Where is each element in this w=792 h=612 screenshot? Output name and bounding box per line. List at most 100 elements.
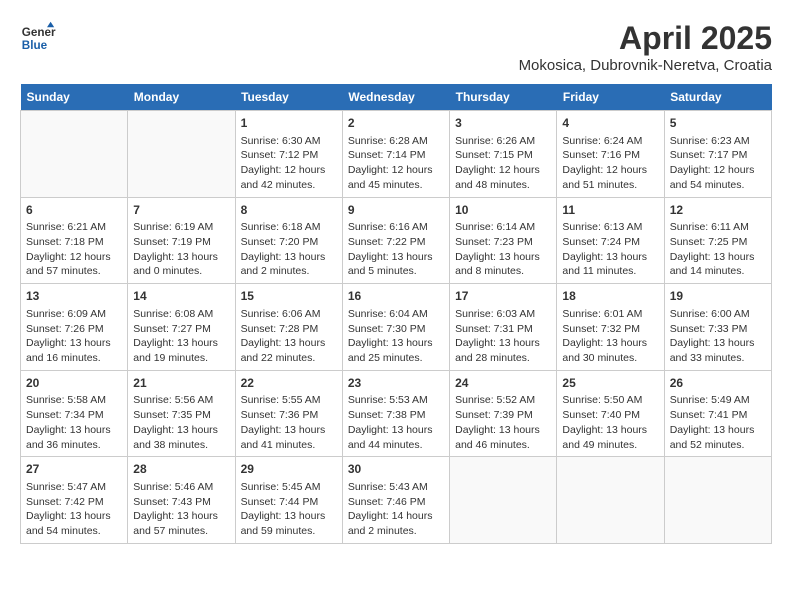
day-info: Sunrise: 6:00 AMSunset: 7:33 PMDaylight:… <box>670 307 766 366</box>
day-number: 22 <box>241 375 337 392</box>
day-info: Sunrise: 5:47 AMSunset: 7:42 PMDaylight:… <box>26 480 122 539</box>
day-number: 10 <box>455 202 551 219</box>
title-block: April 2025 Mokosica, Dubrovnik-Neretva, … <box>519 20 772 74</box>
calendar-week-1: 1 Sunrise: 6:30 AMSunset: 7:12 PMDaylight… <box>21 111 772 198</box>
calendar-title: April 2025 <box>519 20 772 57</box>
day-info: Sunrise: 5:50 AMSunset: 7:40 PMDaylight:… <box>562 393 658 452</box>
calendar-cell: 19Sunrise: 6:00 AMSunset: 7:33 PMDayligh… <box>664 284 771 371</box>
calendar-cell: 29 Sunrise: 5:45 AMSunset: 7:44 PMDayligh… <box>235 457 342 544</box>
calendar-cell: 26Sunrise: 5:49 AMSunset: 7:41 PMDayligh… <box>664 370 771 457</box>
day-number: 25 <box>562 375 658 392</box>
logo: General Blue <box>20 20 56 56</box>
day-header-saturday: Saturday <box>664 84 771 111</box>
calendar-table: SundayMondayTuesdayWednesdayThursdayFrid… <box>20 84 772 544</box>
calendar-cell <box>557 457 664 544</box>
svg-text:General: General <box>22 26 56 39</box>
day-info: Sunrise: 6:08 AMSunset: 7:27 PMDaylight:… <box>133 307 229 366</box>
calendar-cell: 9Sunrise: 6:16 AMSunset: 7:22 PMDaylight… <box>342 197 449 284</box>
calendar-cell: 8Sunrise: 6:18 AMSunset: 7:20 PMDaylight… <box>235 197 342 284</box>
day-number: 21 <box>133 375 229 392</box>
calendar-cell: 18 Sunrise: 6:01 AMSunset: 7:32 PMDayligh… <box>557 284 664 371</box>
calendar-cell: 20Sunrise: 5:58 AMSunset: 7:34 PMDayligh… <box>21 370 128 457</box>
day-info: Sunrise: 5:58 AMSunset: 7:34 PMDaylight:… <box>26 393 122 452</box>
day-number: 15 <box>241 288 337 305</box>
calendar-cell: 21Sunrise: 5:56 AMSunset: 7:35 PMDayligh… <box>128 370 235 457</box>
calendar-cell: 5 Sunrise: 6:23 AMSunset: 7:17 PMDaylight… <box>664 111 771 198</box>
calendar-week-2: 6Sunrise: 6:21 AMSunset: 7:18 PMDaylight… <box>21 197 772 284</box>
day-header-friday: Friday <box>557 84 664 111</box>
calendar-cell: 12Sunrise: 6:11 AMSunset: 7:25 PMDayligh… <box>664 197 771 284</box>
calendar-cell: 22Sunrise: 5:55 AMSunset: 7:36 PMDayligh… <box>235 370 342 457</box>
day-info: Sunrise: 5:56 AMSunset: 7:35 PMDaylight:… <box>133 393 229 452</box>
day-number: 11 <box>562 202 658 219</box>
calendar-cell: 6Sunrise: 6:21 AMSunset: 7:18 PMDaylight… <box>21 197 128 284</box>
calendar-week-3: 13 Sunrise: 6:09 AMSunset: 7:26 PMDayligh… <box>21 284 772 371</box>
day-number: 24 <box>455 375 551 392</box>
day-info: Sunrise: 6:28 AMSunset: 7:14 PMDaylight:… <box>348 134 444 193</box>
calendar-week-4: 20Sunrise: 5:58 AMSunset: 7:34 PMDayligh… <box>21 370 772 457</box>
day-number: 8 <box>241 202 337 219</box>
day-number: 2 <box>348 115 444 132</box>
calendar-cell: 7Sunrise: 6:19 AMSunset: 7:19 PMDaylight… <box>128 197 235 284</box>
day-header-wednesday: Wednesday <box>342 84 449 111</box>
day-info: Sunrise: 6:21 AMSunset: 7:18 PMDaylight:… <box>26 220 122 279</box>
day-info: Sunrise: 5:46 AMSunset: 7:43 PMDaylight:… <box>133 480 229 539</box>
day-info: Sunrise: 6:26 AMSunset: 7:15 PMDaylight:… <box>455 134 551 193</box>
day-info: Sunrise: 6:23 AMSunset: 7:17 PMDaylight:… <box>670 134 766 193</box>
day-number: 18 <box>562 288 658 305</box>
day-number: 29 <box>241 461 337 478</box>
day-info: Sunrise: 6:30 AMSunset: 7:12 PMDaylight:… <box>241 134 337 193</box>
day-number: 23 <box>348 375 444 392</box>
day-info: Sunrise: 6:04 AMSunset: 7:30 PMDaylight:… <box>348 307 444 366</box>
day-number: 4 <box>562 115 658 132</box>
calendar-cell: 13 Sunrise: 6:09 AMSunset: 7:26 PMDayligh… <box>21 284 128 371</box>
day-number: 28 <box>133 461 229 478</box>
calendar-cell: 3 Sunrise: 6:26 AMSunset: 7:15 PMDaylight… <box>450 111 557 198</box>
day-number: 20 <box>26 375 122 392</box>
calendar-cell: 2 Sunrise: 6:28 AMSunset: 7:14 PMDaylight… <box>342 111 449 198</box>
day-info: Sunrise: 6:19 AMSunset: 7:19 PMDaylight:… <box>133 220 229 279</box>
calendar-cell: 11Sunrise: 6:13 AMSunset: 7:24 PMDayligh… <box>557 197 664 284</box>
day-header-sunday: Sunday <box>21 84 128 111</box>
svg-text:Blue: Blue <box>22 39 48 52</box>
day-number: 16 <box>348 288 444 305</box>
day-info: Sunrise: 5:55 AMSunset: 7:36 PMDaylight:… <box>241 393 337 452</box>
day-number: 5 <box>670 115 766 132</box>
calendar-cell: 4Sunrise: 6:24 AMSunset: 7:16 PMDaylight… <box>557 111 664 198</box>
day-info: Sunrise: 6:01 AMSunset: 7:32 PMDaylight:… <box>562 307 658 366</box>
day-number: 14 <box>133 288 229 305</box>
page-header: General Blue April 2025 Mokosica, Dubrov… <box>20 20 772 74</box>
day-number: 1 <box>241 115 337 132</box>
calendar-cell <box>128 111 235 198</box>
day-info: Sunrise: 5:43 AMSunset: 7:46 PMDaylight:… <box>348 480 444 539</box>
calendar-cell: 28 Sunrise: 5:46 AMSunset: 7:43 PMDayligh… <box>128 457 235 544</box>
calendar-cell: 24Sunrise: 5:52 AMSunset: 7:39 PMDayligh… <box>450 370 557 457</box>
day-info: Sunrise: 6:09 AMSunset: 7:26 PMDaylight:… <box>26 307 122 366</box>
day-number: 26 <box>670 375 766 392</box>
day-number: 13 <box>26 288 122 305</box>
day-number: 3 <box>455 115 551 132</box>
calendar-cell: 17Sunrise: 6:03 AMSunset: 7:31 PMDayligh… <box>450 284 557 371</box>
day-info: Sunrise: 6:06 AMSunset: 7:28 PMDaylight:… <box>241 307 337 366</box>
calendar-cell: 25Sunrise: 5:50 AMSunset: 7:40 PMDayligh… <box>557 370 664 457</box>
logo-icon: General Blue <box>20 20 56 56</box>
day-info: Sunrise: 6:16 AMSunset: 7:22 PMDaylight:… <box>348 220 444 279</box>
day-number: 7 <box>133 202 229 219</box>
calendar-cell: 15 Sunrise: 6:06 AMSunset: 7:28 PMDayligh… <box>235 284 342 371</box>
calendar-header-row: SundayMondayTuesdayWednesdayThursdayFrid… <box>21 84 772 111</box>
calendar-cell: 23Sunrise: 5:53 AMSunset: 7:38 PMDayligh… <box>342 370 449 457</box>
day-number: 17 <box>455 288 551 305</box>
calendar-cell <box>664 457 771 544</box>
calendar-subtitle: Mokosica, Dubrovnik-Neretva, Croatia <box>519 57 772 74</box>
day-number: 30 <box>348 461 444 478</box>
calendar-cell: 30 Sunrise: 5:43 AMSunset: 7:46 PMDayligh… <box>342 457 449 544</box>
day-info: Sunrise: 6:18 AMSunset: 7:20 PMDaylight:… <box>241 220 337 279</box>
day-number: 27 <box>26 461 122 478</box>
day-info: Sunrise: 5:49 AMSunset: 7:41 PMDaylight:… <box>670 393 766 452</box>
day-info: Sunrise: 5:53 AMSunset: 7:38 PMDaylight:… <box>348 393 444 452</box>
day-header-monday: Monday <box>128 84 235 111</box>
calendar-week-5: 27 Sunrise: 5:47 AMSunset: 7:42 PMDayligh… <box>21 457 772 544</box>
day-info: Sunrise: 5:45 AMSunset: 7:44 PMDaylight:… <box>241 480 337 539</box>
calendar-cell: 16 Sunrise: 6:04 AMSunset: 7:30 PMDayligh… <box>342 284 449 371</box>
calendar-cell <box>450 457 557 544</box>
